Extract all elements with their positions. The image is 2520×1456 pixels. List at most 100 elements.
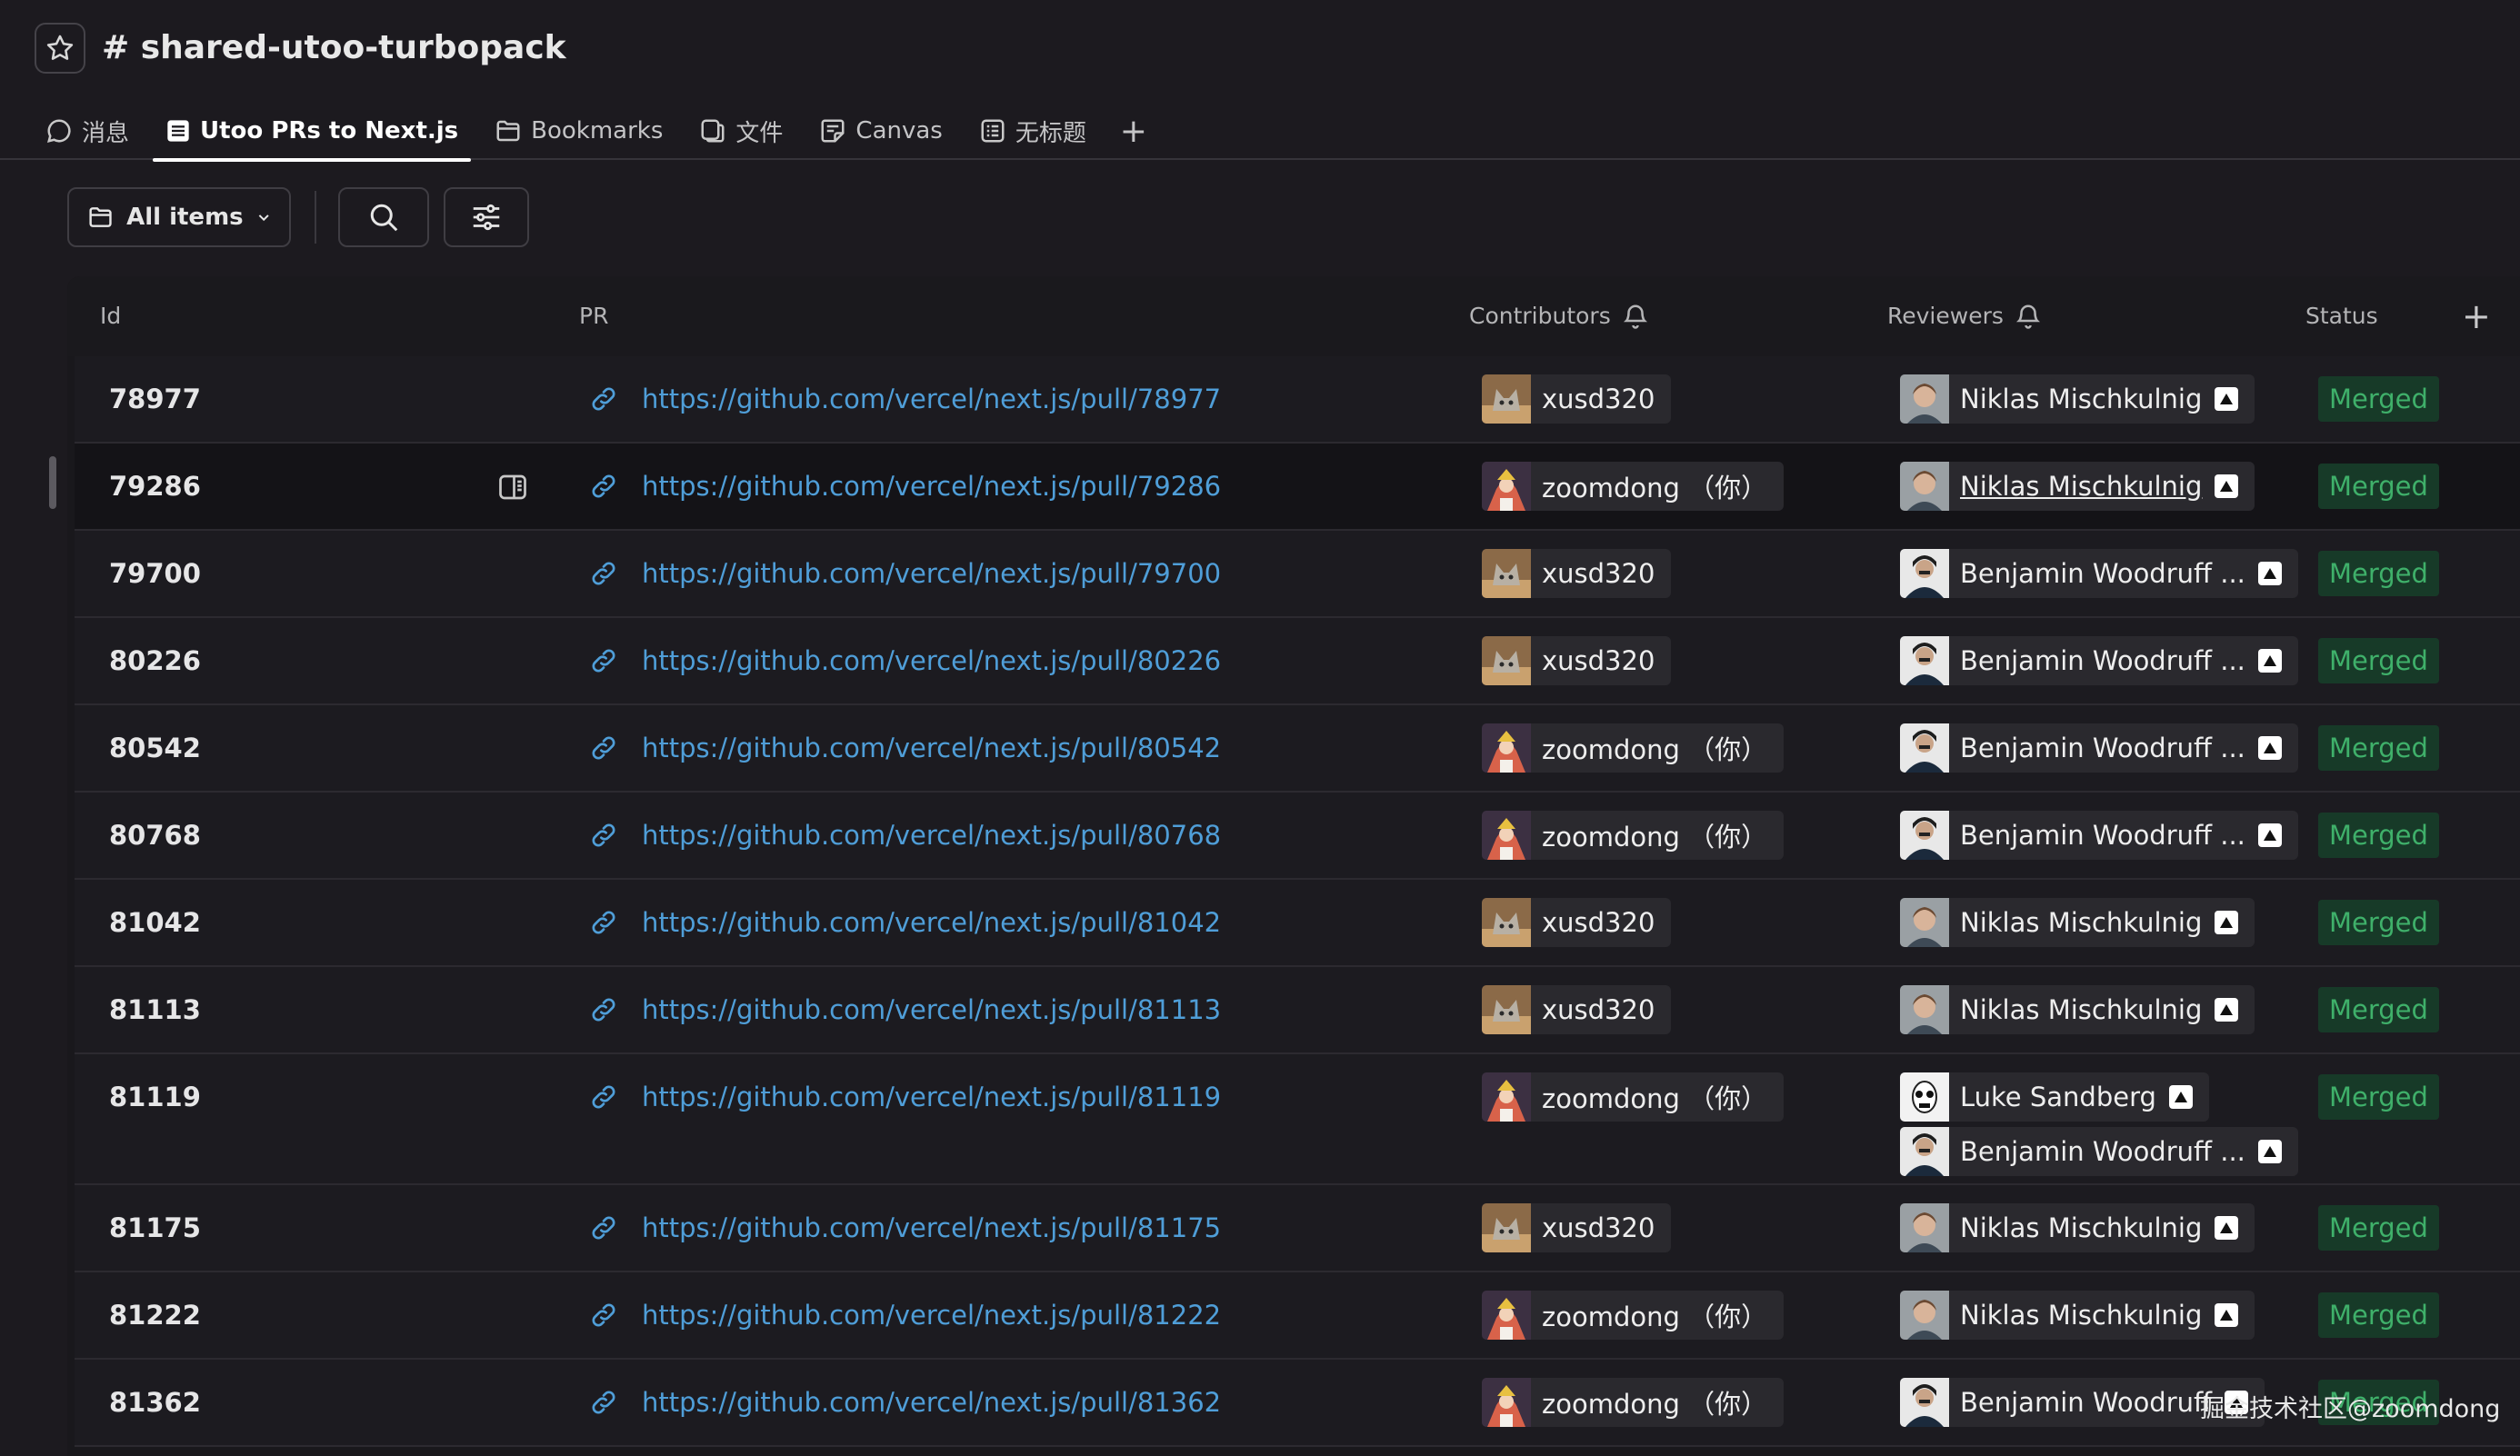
column-header-status[interactable]: Status	[2305, 276, 2378, 356]
filter-button[interactable]	[444, 187, 529, 247]
column-header-contributors[interactable]: Contributors	[1469, 276, 1649, 356]
reviewer-chip[interactable]: Niklas Mischkulnig	[1900, 985, 2255, 1034]
contributor-chip[interactable]: zoomdong （你）	[1482, 462, 1785, 511]
bot-badge	[2257, 736, 2282, 760]
contributor-name: zoomdong （你）	[1542, 1389, 1768, 1420]
add-tab-button[interactable]: +	[1110, 102, 1157, 160]
column-header-pr[interactable]: PR	[579, 276, 608, 356]
chain-link-icon	[592, 1303, 615, 1327]
avatar	[1900, 1072, 1949, 1122]
caret-up-icon	[2174, 1092, 2187, 1102]
row-id: 80226	[109, 645, 201, 676]
tab-utoo-prs[interactable]: Utoo PRs to Next.js	[153, 102, 472, 162]
reviewer-chip[interactable]: Niklas Mischkulnig	[1900, 898, 2255, 947]
reviewer-name: Benjamin Woodruff ...	[1960, 820, 2245, 851]
reviewer-chip[interactable]: Niklas Mischkulnig	[1900, 1203, 2255, 1252]
pr-link[interactable]: https://github.com/vercel/next.js/pull/7…	[642, 444, 1221, 529]
avatar	[1482, 374, 1531, 424]
contributor-chip[interactable]: xusd320	[1482, 898, 1672, 947]
scrollbar-thumb[interactable]	[49, 456, 56, 509]
pr-link[interactable]: https://github.com/vercel/next.js/pull/8…	[642, 1272, 1221, 1358]
plus-icon: +	[1119, 112, 1147, 150]
table-toolbar: All items	[67, 187, 544, 247]
reviewer-chip[interactable]: Niklas Mischkulnig	[1900, 462, 2255, 511]
tab-canvas[interactable]: Canvas	[806, 102, 955, 160]
tab-messages[interactable]: 消息	[33, 102, 142, 160]
view-selector-button[interactable]: All items	[67, 187, 291, 247]
contributor-chip[interactable]: zoomdong （你）	[1482, 1378, 1785, 1427]
reviewer-chip[interactable]: Niklas Mischkulnig	[1900, 1291, 2255, 1340]
open-record-button[interactable]	[496, 471, 529, 507]
table-row[interactable]: 81042 https://github.com/vercel/next.js/p…	[75, 880, 2520, 967]
caret-up-icon	[2220, 394, 2234, 404]
pr-link[interactable]: https://github.com/vercel/next.js/pull/8…	[642, 705, 1221, 791]
add-column-button[interactable]: +	[2462, 276, 2491, 356]
bell-icon	[2015, 304, 2040, 329]
pr-link[interactable]: https://github.com/vercel/next.js/pull/8…	[642, 618, 1221, 703]
star-button[interactable]	[35, 23, 85, 74]
column-header-reviewers[interactable]: Reviewers	[1887, 276, 2042, 356]
contributor-chip[interactable]: xusd320	[1482, 374, 1672, 424]
pr-link[interactable]: https://github.com/vercel/next.js/pull/8…	[642, 880, 1221, 965]
caret-up-icon	[2220, 917, 2234, 928]
tab-untitled[interactable]: 无标题	[966, 102, 1099, 160]
reviewer-chip[interactable]: Benjamin Woodruff ...	[1900, 811, 2298, 860]
reviewer-name: Benjamin Woodruff ...	[1960, 645, 2245, 676]
column-label: Contributors	[1469, 303, 1611, 329]
table-row[interactable]: 79700 https://github.com/vercel/next.js/p…	[75, 531, 2520, 618]
reviewer-chip[interactable]: Benjamin Woodruff ...	[1900, 549, 2298, 598]
contributor-chip[interactable]: zoomdong （你）	[1482, 723, 1785, 773]
table-row[interactable]: 80226 https://github.com/vercel/next.js/p…	[75, 618, 2520, 705]
contributor-chip[interactable]: zoomdong （你）	[1482, 811, 1785, 860]
caret-up-icon	[2220, 1222, 2234, 1233]
row-id: 79286	[109, 471, 201, 502]
reviewer-name: Niklas Mischkulnig	[1960, 384, 2203, 414]
row-id: 81119	[109, 1082, 201, 1112]
contributor-chip[interactable]: xusd320	[1482, 636, 1672, 685]
tab-files[interactable]: 文件	[686, 102, 795, 160]
view-selector-label: All items	[126, 204, 244, 231]
reviewer-chip[interactable]: Benjamin Woodruff ...	[1900, 723, 2298, 773]
reviewer-chip[interactable]: Benjamin Woodruff ...	[1900, 636, 2298, 685]
reviewer-chip[interactable]: Benjamin Woodruff ...	[1900, 1127, 2298, 1176]
contributor-chip[interactable]: xusd320	[1482, 1203, 1672, 1252]
table-row[interactable]: 81113 https://github.com/vercel/next.js/p…	[75, 967, 2520, 1054]
table-header: Id PR Contributors Reviewers Status +	[67, 276, 2520, 356]
pr-link[interactable]: https://github.com/vercel/next.js/pull/8…	[642, 1360, 1221, 1445]
avatar	[1482, 462, 1531, 511]
chain-link-icon	[592, 998, 615, 1022]
caret-up-icon	[2263, 1146, 2276, 1157]
pr-link[interactable]: https://github.com/vercel/next.js/pull/8…	[642, 793, 1221, 878]
search-button[interactable]	[338, 187, 429, 247]
chain-link-icon	[592, 736, 615, 760]
table-row[interactable]: 79286 https://github.com/vercel/next.js/p…	[75, 444, 2520, 531]
table-row[interactable]: 81175 https://github.com/vercel/next.js/p…	[75, 1185, 2520, 1272]
pr-link[interactable]: https://github.com/vercel/next.js/pull/8…	[642, 1185, 1221, 1271]
contributor-chip[interactable]: xusd320	[1482, 985, 1672, 1034]
pr-link[interactable]: https://github.com/vercel/next.js/pull/7…	[642, 531, 1221, 616]
avatar	[1900, 985, 1949, 1034]
tab-bookmarks[interactable]: Bookmarks	[482, 102, 675, 160]
pr-link[interactable]: https://github.com/vercel/next.js/pull/8…	[642, 967, 1221, 1052]
chain-link-icon	[592, 387, 615, 411]
contributor-chip[interactable]: xusd320	[1482, 549, 1672, 598]
pr-link[interactable]: https://github.com/vercel/next.js/pull/7…	[642, 356, 1221, 442]
link-icon	[589, 995, 618, 1028]
contributor-chip[interactable]: zoomdong （你）	[1482, 1291, 1785, 1340]
side-panel-icon	[499, 474, 526, 500]
table-row[interactable]: 81222 https://github.com/vercel/next.js/p…	[75, 1272, 2520, 1360]
reviewer-chip[interactable]: Luke Sandberg	[1900, 1072, 2209, 1122]
pr-link[interactable]: https://github.com/vercel/next.js/pull/8…	[642, 1054, 1221, 1140]
contributor-chip[interactable]: zoomdong （你）	[1482, 1072, 1785, 1122]
table-row[interactable]: 80768 https://github.com/vercel/next.js/p…	[75, 793, 2520, 880]
column-header-id[interactable]: Id	[100, 276, 121, 356]
table-row[interactable]: 81362 https://github.com/vercel/next.js/p…	[75, 1360, 2520, 1447]
table-row[interactable]: 81119 https://github.com/vercel/next.js/p…	[75, 1054, 2520, 1185]
table-row[interactable]: 80542 https://github.com/vercel/next.js/p…	[75, 705, 2520, 793]
bot-badge	[2215, 1303, 2239, 1327]
star-icon	[46, 35, 74, 60]
table-row[interactable]: 78977 https://github.com/vercel/next.js/p…	[75, 356, 2520, 444]
bot-badge	[2215, 1216, 2239, 1240]
reviewer-chip[interactable]: Niklas Mischkulnig	[1900, 374, 2255, 424]
caret-up-icon	[2220, 481, 2234, 492]
